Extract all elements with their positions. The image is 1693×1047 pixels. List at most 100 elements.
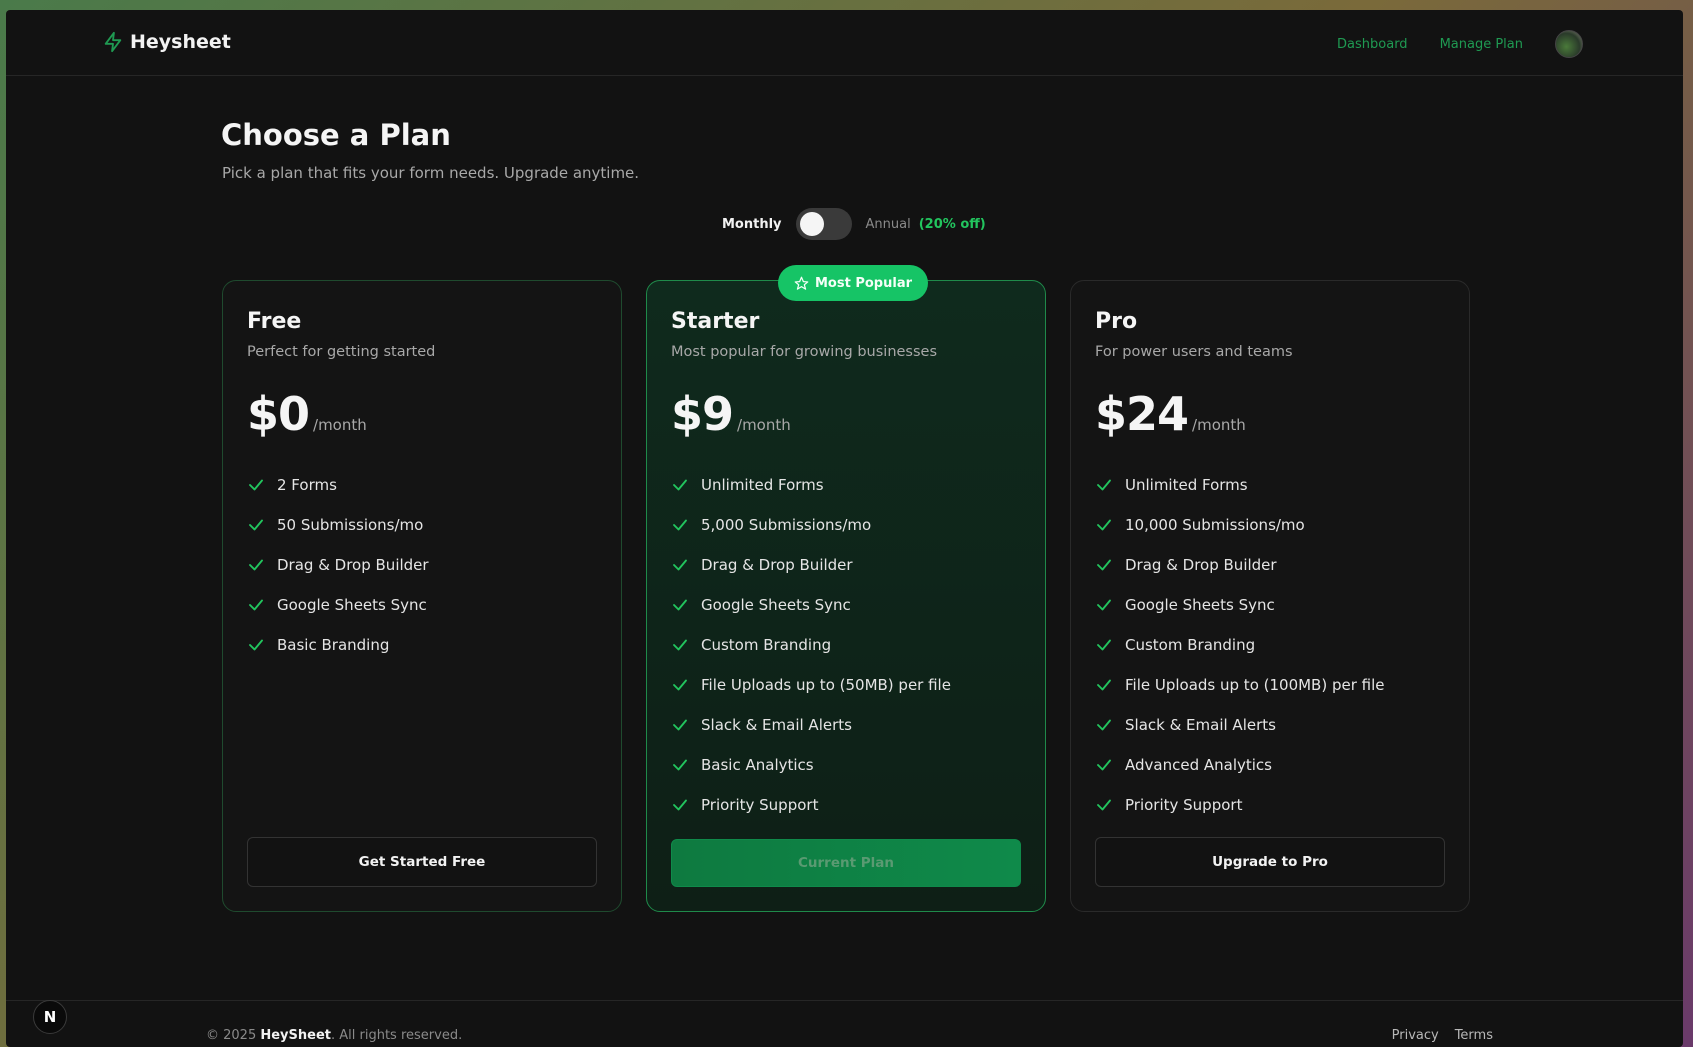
check-icon — [1097, 799, 1111, 811]
feature-label: Google Sheets Sync — [701, 596, 851, 614]
feature-item: Slack & Email Alerts — [671, 705, 951, 745]
copyright: © 2025 HeySheet. All rights reserved. — [206, 1028, 462, 1043]
feature-label: Slack & Email Alerts — [701, 716, 852, 734]
feature-item: Slack & Email Alerts — [1095, 705, 1385, 745]
check-icon — [673, 519, 687, 531]
feature-label: Basic Analytics — [701, 756, 814, 774]
monthly-label: Monthly — [722, 216, 782, 232]
footer-links: Privacy Terms — [1392, 1028, 1493, 1043]
dev-tools-badge[interactable]: N — [33, 1000, 67, 1034]
copyright-prefix: © 2025 — [206, 1028, 257, 1043]
user-avatar[interactable] — [1555, 30, 1583, 58]
plan-card-pro: Pro For power users and teams $24 /month… — [1070, 280, 1470, 912]
check-icon — [673, 759, 687, 771]
upgrade-to-pro-button[interactable]: Upgrade to Pro — [1095, 837, 1445, 887]
plan-description: For power users and teams — [1095, 344, 1293, 360]
price-period: /month — [313, 416, 367, 434]
feature-item: File Uploads up to (100MB) per file — [1095, 665, 1385, 705]
feature-item: 2 Forms — [247, 465, 429, 505]
nav-manage-plan-link[interactable]: Manage Plan — [1440, 37, 1523, 52]
check-icon — [1097, 719, 1111, 731]
copyright-suffix: . All rights reserved. — [331, 1028, 463, 1043]
billing-period-toggle[interactable] — [795, 208, 852, 240]
check-icon — [673, 639, 687, 651]
most-popular-badge: Most Popular — [778, 265, 929, 301]
star-icon — [794, 276, 809, 290]
plan-description: Perfect for getting started — [247, 344, 436, 360]
feature-label: Drag & Drop Builder — [1125, 556, 1277, 574]
feature-label: Custom Branding — [701, 636, 832, 654]
feature-label: 5,000 Submissions/mo — [701, 516, 872, 534]
feature-label: Google Sheets Sync — [277, 596, 427, 614]
feature-label: Unlimited Forms — [701, 476, 824, 494]
feature-item: Unlimited Forms — [671, 465, 951, 505]
feature-list: 2 Forms 50 Submissions/mo Drag & Drop Buil… — [247, 465, 429, 665]
feature-item: Basic Analytics — [671, 745, 951, 785]
feature-list: Unlimited Forms 5,000 Submissions/mo Drag … — [671, 465, 951, 825]
check-icon — [249, 599, 263, 611]
feature-item: Drag & Drop Builder — [247, 545, 429, 585]
plan-name: Free — [247, 309, 302, 334]
feature-item: Google Sheets Sync — [247, 585, 429, 625]
feature-item: Google Sheets Sync — [671, 585, 951, 625]
plan-price: $0 /month — [247, 387, 367, 441]
privacy-link[interactable]: Privacy — [1392, 1028, 1439, 1043]
current-plan-button[interactable]: Current Plan — [671, 839, 1021, 887]
top-navigation: Heysheet Dashboard Manage Plan — [6, 10, 1683, 76]
feature-label: Priority Support — [701, 796, 819, 814]
terms-link[interactable]: Terms — [1455, 1028, 1493, 1043]
check-icon — [1097, 599, 1111, 611]
check-icon — [673, 559, 687, 571]
check-icon — [673, 719, 687, 731]
feature-label: 10,000 Submissions/mo — [1125, 516, 1305, 534]
feature-item: Custom Branding — [671, 625, 951, 665]
feature-item: Drag & Drop Builder — [671, 545, 951, 585]
price-amount: $9 — [671, 387, 734, 441]
check-icon — [673, 679, 687, 691]
check-icon — [249, 639, 263, 651]
plan-price: $24 /month — [1095, 387, 1246, 441]
feature-item: Priority Support — [1095, 785, 1385, 825]
brand-logo[interactable]: Heysheet — [102, 30, 231, 54]
nav-dashboard-link[interactable]: Dashboard — [1337, 37, 1408, 52]
feature-item: File Uploads up to (50MB) per file — [671, 665, 951, 705]
feature-label: Advanced Analytics — [1125, 756, 1272, 774]
check-icon — [673, 599, 687, 611]
check-icon — [673, 799, 687, 811]
check-icon — [249, 479, 263, 491]
check-icon — [1097, 559, 1111, 571]
annual-label: Annual — [865, 216, 911, 232]
feature-label: Slack & Email Alerts — [1125, 716, 1276, 734]
brand-name: Heysheet — [130, 31, 231, 53]
feature-label: Google Sheets Sync — [1125, 596, 1275, 614]
check-icon — [1097, 519, 1111, 531]
get-started-free-button[interactable]: Get Started Free — [247, 837, 597, 887]
feature-item: 5,000 Submissions/mo — [671, 505, 951, 545]
feature-item: Unlimited Forms — [1095, 465, 1385, 505]
check-icon — [673, 479, 687, 491]
plan-card-starter: Most Popular Starter Most popular for gr… — [646, 265, 1046, 912]
check-icon — [249, 559, 263, 571]
feature-item: 50 Submissions/mo — [247, 505, 429, 545]
check-icon — [1097, 639, 1111, 651]
badge-label: Most Popular — [815, 275, 913, 291]
feature-label: Priority Support — [1125, 796, 1243, 814]
app-window: Heysheet Dashboard Manage Plan Choose a … — [6, 10, 1683, 1047]
feature-item: Drag & Drop Builder — [1095, 545, 1385, 585]
feature-label: Custom Branding — [1125, 636, 1256, 654]
annual-discount-label: (20% off) — [918, 216, 986, 232]
page-subtitle: Pick a plan that fits your form needs. U… — [222, 164, 640, 182]
plan-price: $9 /month — [671, 387, 791, 441]
price-period: /month — [1192, 416, 1246, 434]
feature-label: File Uploads up to (100MB) per file — [1125, 676, 1385, 694]
feature-label: Basic Branding — [277, 636, 390, 654]
feature-label: 2 Forms — [277, 476, 337, 494]
check-icon — [1097, 679, 1111, 691]
lightning-icon — [104, 31, 122, 53]
feature-label: Unlimited Forms — [1125, 476, 1248, 494]
price-amount: $0 — [247, 387, 310, 441]
feature-item: Priority Support — [671, 785, 951, 825]
feature-label: Drag & Drop Builder — [701, 556, 853, 574]
plan-name: Pro — [1095, 309, 1138, 334]
plan-name: Starter — [671, 309, 760, 334]
